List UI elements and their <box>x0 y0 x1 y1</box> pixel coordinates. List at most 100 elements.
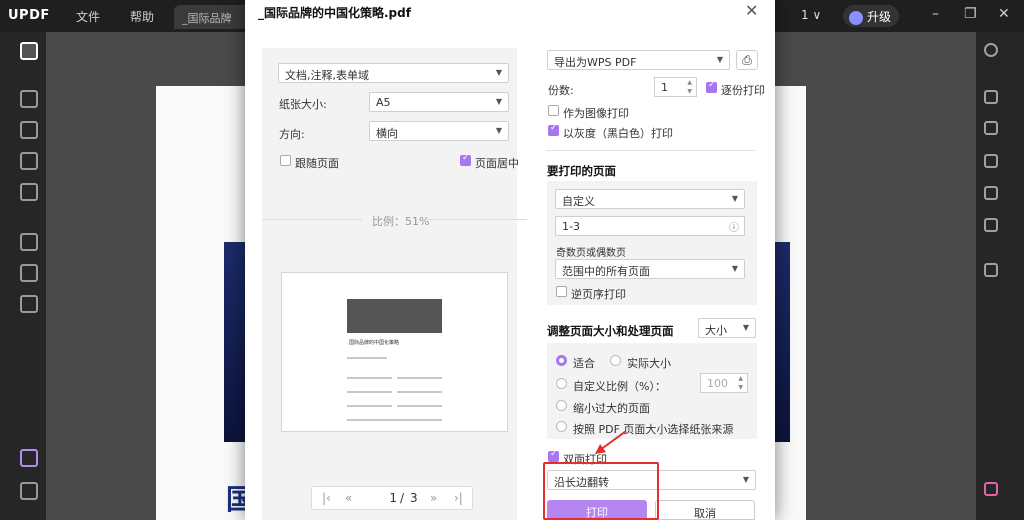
choose-source-radio[interactable] <box>556 421 567 432</box>
edit-icon[interactable] <box>20 121 38 139</box>
preview-text-line <box>397 377 442 379</box>
pages-mode-select[interactable]: 自定义 ▼ <box>555 189 745 209</box>
preview-text-line <box>347 357 387 359</box>
size-mode-select[interactable]: 大小 ▼ <box>698 318 756 338</box>
print-as-image-label: 作为图像打印 <box>563 107 629 120</box>
print-as-image-checkbox[interactable] <box>548 105 559 116</box>
preview-text-line <box>397 391 442 393</box>
collate-checkbox[interactable] <box>706 80 717 93</box>
printer-properties-icon[interactable]: ⎙ <box>736 50 758 70</box>
page-indicator[interactable]: 1 ∨ <box>801 8 821 22</box>
chevron-down-icon: ▼ <box>716 55 723 64</box>
center-page-checkbox[interactable] <box>460 153 471 166</box>
up-arrow-icon[interactable]: ▲ <box>687 79 692 86</box>
organize-icon[interactable] <box>20 295 38 313</box>
orientation-label: 方向: <box>279 128 305 141</box>
highlight-box <box>543 462 659 520</box>
copies-value: 1 <box>661 81 668 94</box>
grayscale-checkbox[interactable] <box>548 123 559 136</box>
divider <box>546 150 756 151</box>
ocr-icon[interactable] <box>984 90 998 104</box>
first-page-button[interactable]: |‹ <box>322 491 331 505</box>
fit-radio[interactable] <box>556 355 567 366</box>
upgrade-button[interactable]: 升级 <box>843 5 899 27</box>
custom-scale-radio[interactable] <box>556 378 567 389</box>
orientation-select[interactable]: 横向 ▼ <box>369 121 509 141</box>
last-page-button[interactable]: ›| <box>454 491 463 505</box>
search-icon[interactable] <box>984 43 998 57</box>
fit-label: 适合 <box>573 357 595 370</box>
paper-size-select[interactable]: A5 ▼ <box>369 92 509 112</box>
crop-icon[interactable] <box>20 264 38 282</box>
preview-pager: |‹ « 1 / 3 » ›| <box>311 486 473 510</box>
upgrade-icon <box>849 10 863 25</box>
paper-size-label: 纸张大小: <box>279 98 327 111</box>
custom-scale-stepper[interactable]: 100 ▲ ▼ <box>700 373 748 393</box>
pages-mode-value: 自定义 <box>562 195 595 208</box>
content-select-value: 文档,注释,表单域 <box>285 69 369 82</box>
current-page-input[interactable]: 1 <box>377 491 397 505</box>
layers-icon[interactable] <box>20 449 38 467</box>
reader-icon[interactable] <box>20 42 38 60</box>
printer-select[interactable]: 导出为WPS PDF ▼ <box>547 50 730 70</box>
follow-page-label: 跟随页面 <box>295 157 339 170</box>
scale-divider-left <box>262 219 362 220</box>
convert-icon[interactable] <box>20 233 38 251</box>
duplex-checkbox[interactable] <box>548 449 559 462</box>
odd-even-select[interactable]: 范围中的所有页面 ▼ <box>555 259 745 279</box>
down-arrow-icon[interactable]: ▼ <box>687 88 692 95</box>
pages-section-title: 要打印的页面 <box>547 164 616 178</box>
follow-page-checkbox[interactable] <box>280 155 291 166</box>
page-icon[interactable] <box>20 152 38 170</box>
cancel-button[interactable]: 取消 <box>655 500 755 520</box>
copies-stepper[interactable]: 1 ▲ ▼ <box>654 77 697 97</box>
choose-source-label: 按照 PDF 页面大小选择纸张来源 <box>573 423 734 436</box>
chevron-down-icon: ▼ <box>731 264 738 273</box>
actual-size-label: 实际大小 <box>627 357 671 370</box>
down-arrow-icon[interactable]: ▼ <box>738 384 743 391</box>
paper-size-value: A5 <box>376 96 391 109</box>
window-close-icon[interactable]: ✕ <box>998 6 1010 22</box>
bookmark-icon[interactable] <box>20 482 38 500</box>
protect-icon[interactable] <box>984 154 998 168</box>
center-page-label: 页面居中 <box>475 157 519 170</box>
scale-divider-right <box>427 219 527 220</box>
close-icon[interactable]: ✕ <box>745 1 758 20</box>
shrink-radio[interactable] <box>556 400 567 411</box>
convert-pdf-icon[interactable] <box>984 121 998 135</box>
restore-icon[interactable]: ❐ <box>964 6 977 22</box>
preview-text-line <box>347 377 392 379</box>
next-page-button[interactable]: » <box>430 491 437 505</box>
scale-label: 比例：51% <box>372 215 430 228</box>
menu-help[interactable]: 帮助 <box>130 8 154 25</box>
form-icon[interactable] <box>20 183 38 201</box>
share-icon[interactable] <box>984 186 998 200</box>
custom-scale-label: 自定义比例（%）： <box>573 380 666 393</box>
odd-even-value: 范围中的所有页面 <box>562 265 650 278</box>
reverse-order-label: 逆页序打印 <box>571 288 626 301</box>
preview-image <box>347 299 442 333</box>
chevron-down-icon: ▼ <box>742 323 749 332</box>
print-preview: 国际品牌的中国化策略 <box>281 272 508 432</box>
right-toolbar <box>976 32 1024 520</box>
page-separator: / <box>400 491 405 505</box>
chevron-down-icon: ▼ <box>731 194 738 203</box>
orientation-value: 横向 <box>376 127 398 140</box>
actual-size-radio[interactable] <box>610 355 621 366</box>
menu-file[interactable]: 文件 <box>76 8 100 25</box>
printer-select-value: 导出为WPS PDF <box>554 56 637 69</box>
preview-title: 国际品牌的中国化策略 <box>349 340 400 346</box>
page-range-input[interactable]: 1-3 ⓘ <box>555 216 745 236</box>
up-arrow-icon[interactable]: ▲ <box>738 375 743 382</box>
content-select[interactable]: 文档,注释,表单域 ▼ <box>278 63 509 83</box>
reverse-order-checkbox[interactable] <box>556 286 567 297</box>
mail-icon[interactable] <box>984 218 998 232</box>
ai-assistant-icon[interactable] <box>984 482 998 496</box>
total-pages: 3 <box>410 491 418 505</box>
prev-page-button[interactable]: « <box>345 491 352 505</box>
minimize-icon[interactable]: – <box>932 6 939 22</box>
help-icon[interactable]: ⓘ <box>729 219 739 234</box>
comment-icon[interactable] <box>20 90 38 108</box>
preview-text-line <box>347 405 392 407</box>
save-icon[interactable] <box>984 263 998 277</box>
